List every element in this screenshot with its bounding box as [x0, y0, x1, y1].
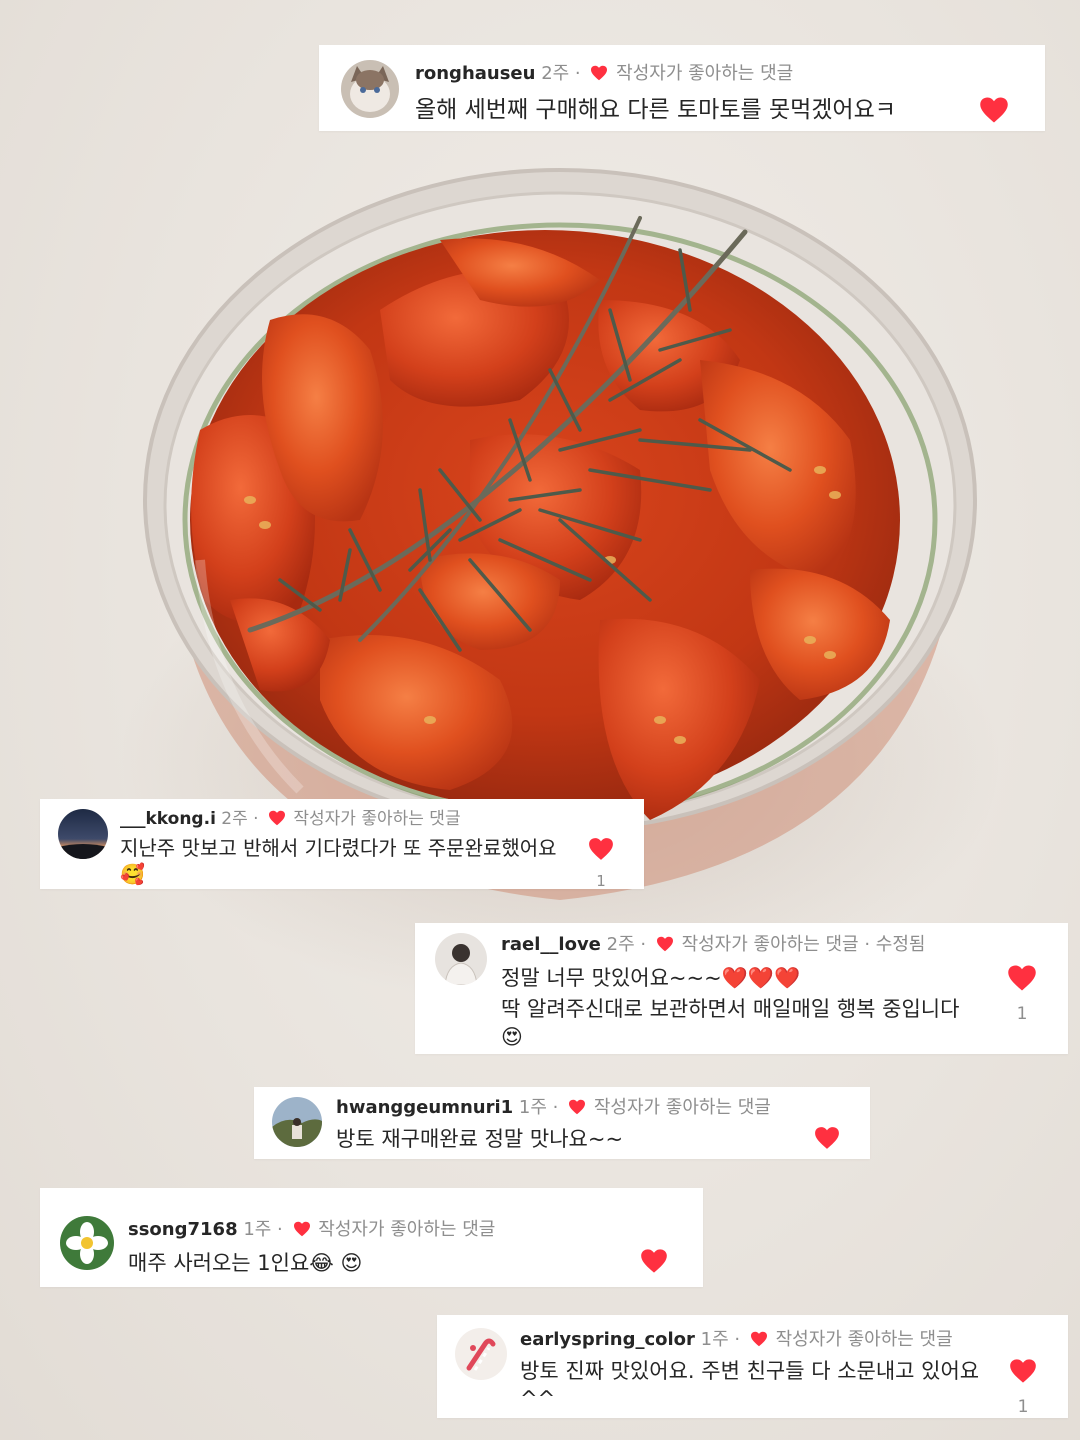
liked-by-creator-label: 작성자가 좋아하는 댓글	[616, 63, 794, 84]
username[interactable]: ___kkong.i	[120, 809, 216, 829]
comment-text: 올해 세번째 구매해요 다른 토마토를 못먹겠어요ㅋ	[415, 97, 896, 123]
like-count: 1	[1017, 1397, 1029, 1417]
username[interactable]: earlyspring_color	[520, 1329, 695, 1350]
username[interactable]: ronghauseu	[415, 63, 535, 84]
avatar[interactable]	[435, 933, 487, 985]
like-count: 1	[1016, 1004, 1028, 1024]
edited-label: · 수정됨	[864, 934, 926, 955]
comment-card: rael__love 2주 · 작성자가 좋아하는 댓글 · 수정됨 정말 너무…	[415, 923, 1068, 1054]
like-heart-icon[interactable]	[979, 96, 1009, 124]
like-count: 1	[596, 872, 606, 890]
like-heart-icon[interactable]	[588, 837, 614, 861]
comment-text: 매주 사러오는 1인요😂 😍	[128, 1251, 363, 1275]
avatar[interactable]	[58, 809, 108, 859]
heart-icon	[750, 1331, 767, 1347]
like-heart-icon[interactable]	[1007, 964, 1037, 992]
comment-text: 방토 진짜 맛있어요. 주변 친구들 다 소문내고 있어요^^	[520, 1359, 980, 1411]
like-heart-icon[interactable]	[640, 1248, 668, 1274]
timestamp: 1주 ·	[518, 1097, 559, 1118]
avatar[interactable]	[455, 1328, 507, 1380]
comment-meta: ronghauseu 2주 · 작성자가 좋아하는 댓글	[415, 62, 793, 86]
comment-meta: earlyspring_color 1주 · 작성자가 좋아하는 댓글	[520, 1328, 953, 1352]
comment-meta: hwanggeumnuri1 1주 · 작성자가 좋아하는 댓글	[336, 1096, 771, 1120]
heart-icon	[293, 1221, 310, 1237]
comment-card: hwanggeumnuri1 1주 · 작성자가 좋아하는 댓글 방토 재구매완…	[254, 1087, 870, 1159]
avatar[interactable]	[341, 60, 399, 118]
username[interactable]: ssong7168	[128, 1219, 238, 1240]
comment-text: 방토 재구매완료 정말 맛나요~~	[336, 1127, 624, 1151]
timestamp: 2주 ·	[606, 934, 647, 955]
liked-by-creator-label: 작성자가 좋아하는 댓글	[681, 934, 859, 955]
comment-card: ronghauseu 2주 · 작성자가 좋아하는 댓글 올해 세번째 구매해요…	[319, 45, 1045, 131]
liked-by-creator-label: 작성자가 좋아하는 댓글	[775, 1329, 953, 1350]
liked-by-creator-label: 작성자가 좋아하는 댓글	[293, 809, 461, 829]
username[interactable]: hwanggeumnuri1	[336, 1097, 513, 1118]
timestamp: 1주 ·	[700, 1329, 741, 1350]
comment-card: ___kkong.i 2주 · 작성자가 좋아하는 댓글 지난주 맛보고 반해서…	[40, 799, 644, 889]
comment-text-line2: 딱 알려주신대로 보관하면서 매일매일 행복 중입니다 😍	[501, 997, 960, 1049]
comment-meta: rael__love 2주 · 작성자가 좋아하는 댓글 · 수정됨	[501, 933, 925, 957]
comment-card: ssong7168 1주 · 작성자가 좋아하는 댓글 매주 사러오는 1인요😂…	[40, 1188, 703, 1287]
heart-icon	[569, 1099, 586, 1115]
liked-by-creator-label: 작성자가 좋아하는 댓글	[593, 1097, 771, 1118]
timestamp: 2주 ·	[221, 809, 259, 829]
comment-text: 정말 너무 맛있어요~~~❤️❤️❤️	[501, 966, 801, 990]
liked-by-creator-label: 작성자가 좋아하는 댓글	[318, 1219, 496, 1240]
timestamp: 2주 ·	[541, 63, 581, 84]
like-heart-icon[interactable]	[814, 1126, 840, 1150]
timestamp: 1주 ·	[243, 1219, 283, 1240]
avatar[interactable]	[60, 1216, 114, 1270]
like-heart-icon[interactable]	[1009, 1358, 1037, 1384]
heart-icon	[591, 65, 608, 81]
heart-icon	[656, 936, 673, 952]
comment-meta: ___kkong.i 2주 · 작성자가 좋아하는 댓글	[120, 807, 461, 831]
heart-icon	[268, 810, 285, 826]
comment-card: earlyspring_color 1주 · 작성자가 좋아하는 댓글 방토 진…	[437, 1315, 1068, 1418]
comment-meta: ssong7168 1주 · 작성자가 좋아하는 댓글	[128, 1218, 495, 1242]
username[interactable]: rael__love	[501, 934, 601, 955]
avatar[interactable]	[272, 1097, 322, 1147]
comment-text: 지난주 맛보고 반해서 기다렸다가 또 주문완료했어요🥰	[120, 836, 557, 886]
